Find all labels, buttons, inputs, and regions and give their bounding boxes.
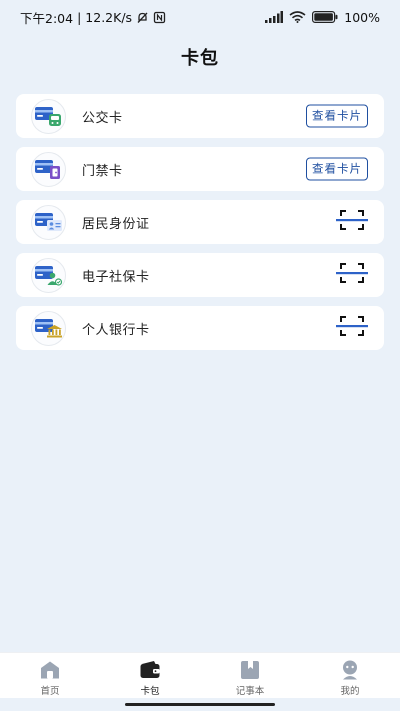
gesture-bar[interactable] [125,703,275,706]
status-time: 下午2:04 [20,10,74,26]
scan-button-social-security[interactable] [336,262,368,284]
status-bar-right: 100% [265,10,380,25]
status-separator: | [77,9,82,25]
page-title: 卡包 [181,48,219,69]
wallet-icon [139,660,161,680]
card-item-bus[interactable]: 公交卡 查看卡片 [16,94,384,138]
battery-percent: 100% [344,9,380,25]
card-action-bus: 查看卡片 [306,104,368,128]
bus-card-icon [31,98,66,134]
card-action-access: 查看卡片 [306,157,368,181]
card-list: 公交卡 查看卡片 门禁卡 查看卡片 居民身份证 电子社保卡 个人银行卡 [16,94,384,359]
bell-off-icon [136,11,149,24]
notebook-icon [239,660,261,680]
status-net-speed: 12.2K/s [85,9,133,25]
nav-item-notebook[interactable]: 记事本 [200,653,300,698]
card-label-bus: 公交卡 [82,110,123,126]
access-card-icon [31,151,66,187]
card-label-id: 居民身份证 [82,216,150,232]
battery-icon [312,11,338,23]
card-label-access: 门禁卡 [82,163,123,179]
status-bar-left: 下午2:04 | 12.2K/s [20,8,166,27]
nav-label-wallet: 卡包 [140,686,160,697]
screen: 下午2:04 | 12.2K/s 100% 卡包 公交卡 查看卡片 门禁卡 查看… [0,0,400,711]
card-action-id [336,209,368,235]
view-card-button-bus[interactable]: 查看卡片 [306,104,368,128]
card-item-access[interactable]: 门禁卡 查看卡片 [16,147,384,191]
id-card-icon [31,204,66,240]
card-action-social-security [336,262,368,288]
nfc-icon [153,11,166,24]
wifi-icon [289,11,306,23]
nav-label-notebook: 记事本 [235,686,265,697]
home-icon [39,660,61,680]
nav-item-wallet[interactable]: 卡包 [100,653,200,698]
nav-label-profile: 我的 [340,686,360,697]
scan-button-bank[interactable] [336,315,368,337]
card-label-bank: 个人银行卡 [82,322,150,338]
gesture-area [0,698,400,711]
card-item-bank[interactable]: 个人银行卡 [16,306,384,350]
card-action-bank [336,315,368,341]
card-item-social-security[interactable]: 电子社保卡 [16,253,384,297]
scan-button-id[interactable] [336,209,368,231]
signal-icon [265,11,284,23]
nav-item-home[interactable]: 首页 [0,653,100,698]
card-label-social-security: 电子社保卡 [82,269,150,285]
profile-icon [339,660,361,680]
status-bar: 下午2:04 | 12.2K/s 100% [0,0,400,34]
bottom-nav: 首页 卡包 记事本 我的 [0,652,400,698]
social-security-card-icon [31,257,66,293]
view-card-button-access[interactable]: 查看卡片 [306,157,368,181]
bank-card-icon [31,310,66,346]
nav-label-home: 首页 [40,686,60,697]
card-item-id[interactable]: 居民身份证 [16,200,384,244]
nav-item-profile[interactable]: 我的 [300,653,400,698]
